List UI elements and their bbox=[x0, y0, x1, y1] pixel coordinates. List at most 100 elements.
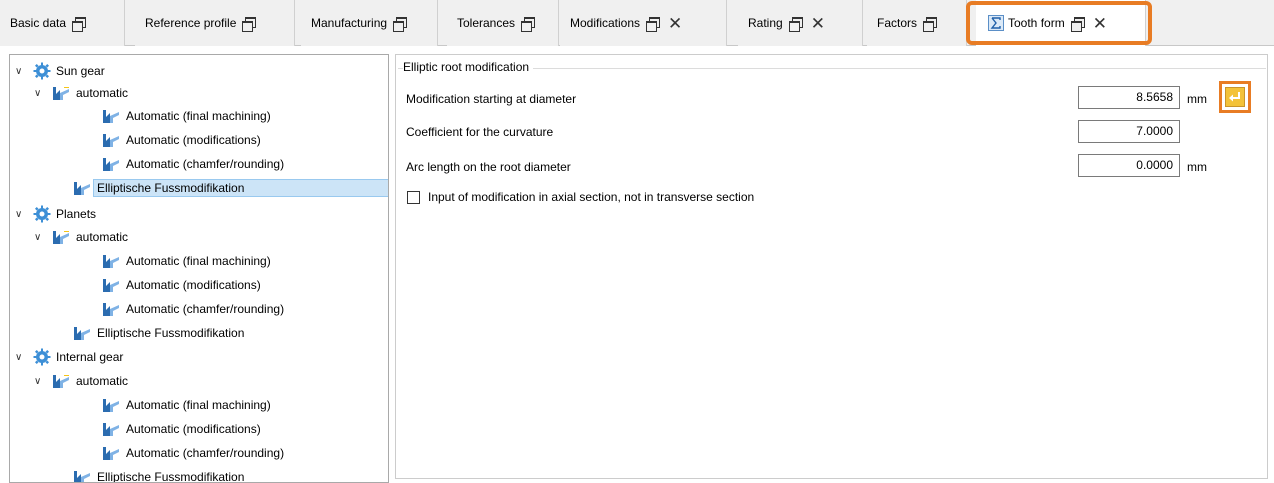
tree-leaf[interactable]: Automatic (final machining) bbox=[102, 250, 271, 272]
tree-node-label: Automatic (chamfer/rounding) bbox=[126, 446, 285, 460]
float-window-icon[interactable] bbox=[393, 16, 408, 32]
tab-label: Tolerances bbox=[457, 16, 516, 30]
tab-factors[interactable]: Factors bbox=[867, 0, 967, 46]
tree-node-label: automatic bbox=[76, 86, 129, 100]
modification-icon bbox=[103, 399, 119, 412]
modification-icon bbox=[74, 327, 90, 340]
tab-highlight-frame bbox=[966, 1, 1152, 45]
chevron-down-icon[interactable]: ∨ bbox=[15, 209, 27, 220]
arc-length-input[interactable]: 0.0000 bbox=[1078, 154, 1180, 177]
tree-leaf[interactable]: Automatic (final machining) bbox=[102, 394, 271, 416]
group-title: Elliptic root modification bbox=[403, 60, 534, 74]
tree-node-automatic[interactable]: ∨ automatic bbox=[34, 370, 128, 392]
tab-label: Reference profile bbox=[145, 16, 237, 30]
modification-icon bbox=[103, 423, 119, 436]
field-label-arc-length: Arc length on the root diameter bbox=[406, 160, 571, 174]
gear-icon bbox=[33, 348, 51, 366]
tree-leaf[interactable]: Automatic (chamfer/rounding) bbox=[102, 298, 284, 320]
tree-leaf[interactable]: Automatic (modifications) bbox=[102, 274, 261, 296]
tree-leaf[interactable]: Automatic (modifications) bbox=[102, 418, 261, 440]
tab-reference-profile[interactable]: Reference profile bbox=[135, 0, 295, 46]
tree-node-automatic[interactable]: ∨ automatic bbox=[34, 82, 128, 104]
chevron-down-icon[interactable]: ∨ bbox=[15, 352, 27, 363]
tree-node-label: Automatic (final machining) bbox=[126, 398, 271, 412]
close-icon[interactable]: ✕ bbox=[811, 15, 825, 32]
field-label-curvature: Coefficient for the curvature bbox=[406, 125, 554, 139]
modification-icon bbox=[103, 158, 119, 171]
close-icon[interactable]: ✕ bbox=[668, 15, 682, 32]
chevron-down-icon[interactable]: ∨ bbox=[34, 88, 46, 99]
tree-node-label: automatic bbox=[76, 374, 129, 388]
gear-icon bbox=[33, 62, 51, 80]
tree-node-internal-gear[interactable]: ∨ Internal gear bbox=[15, 346, 123, 368]
modification-icon bbox=[74, 182, 90, 195]
float-window-icon[interactable] bbox=[72, 16, 87, 32]
tab-label: Manufacturing bbox=[311, 16, 388, 30]
tab-basic-data[interactable]: Basic data bbox=[0, 0, 125, 46]
tree-node-label: Automatic (modifications) bbox=[126, 133, 261, 147]
tab-modifications[interactable]: Modifications ✕ bbox=[560, 0, 727, 46]
float-window-icon[interactable] bbox=[788, 16, 803, 32]
tree-node-label: Planets bbox=[56, 207, 97, 221]
start-diameter-input[interactable]: 8.5658 bbox=[1078, 86, 1180, 109]
curvature-coefficient-input[interactable]: 7.0000 bbox=[1078, 120, 1180, 143]
tab-label: Rating bbox=[748, 16, 783, 30]
tab-label: Factors bbox=[877, 16, 918, 30]
tree-node-label: Elliptische Fussmodifikation bbox=[97, 470, 245, 483]
tree-node-label: Automatic (modifications) bbox=[126, 422, 261, 436]
enter-arrow-icon bbox=[1229, 92, 1240, 102]
float-window-icon[interactable] bbox=[521, 16, 536, 32]
tab-manufacturing[interactable]: Manufacturing bbox=[301, 0, 438, 46]
float-window-icon[interactable] bbox=[923, 16, 938, 32]
chevron-down-icon[interactable]: ∨ bbox=[34, 232, 46, 243]
modification-icon bbox=[103, 110, 119, 123]
tab-label: Modifications bbox=[570, 16, 641, 30]
unit-label: mm bbox=[1187, 160, 1207, 174]
tree-leaf[interactable]: Automatic (final machining) bbox=[102, 105, 271, 127]
tree-node-label: Automatic (modifications) bbox=[126, 278, 261, 292]
tree-node-elliptic[interactable]: Elliptische Fussmodifikation bbox=[73, 466, 245, 483]
modification-icon bbox=[53, 375, 69, 388]
modification-icon bbox=[103, 279, 119, 292]
tree-node-label: Automatic (chamfer/rounding) bbox=[126, 302, 285, 316]
tree-node-planets[interactable]: ∨ Planets bbox=[15, 203, 96, 225]
gear-icon bbox=[33, 205, 51, 223]
tree-node-label: Elliptische Fussmodifikation bbox=[97, 326, 245, 340]
tab-label: Basic data bbox=[10, 16, 67, 30]
float-window-icon[interactable] bbox=[242, 16, 257, 32]
apply-button[interactable] bbox=[1225, 87, 1245, 107]
chevron-down-icon[interactable]: ∨ bbox=[34, 376, 46, 387]
modification-icon bbox=[103, 134, 119, 147]
float-window-icon[interactable] bbox=[646, 16, 661, 32]
checkbox-label: Input of modification in axial section, … bbox=[428, 190, 755, 204]
modification-icon bbox=[103, 255, 119, 268]
chevron-down-icon[interactable]: ∨ bbox=[15, 66, 27, 77]
field-label-start-diameter: Modification starting at diameter bbox=[406, 92, 577, 106]
tree-node-elliptic-selected[interactable]: Elliptische Fussmodifikation bbox=[73, 177, 388, 199]
tree-node-label: Automatic (chamfer/rounding) bbox=[126, 157, 285, 171]
properties-panel bbox=[395, 54, 1268, 479]
modification-icon bbox=[53, 231, 69, 244]
modification-icon bbox=[74, 471, 90, 482]
tree-node-sun-gear[interactable]: ∨ Sun gear bbox=[15, 60, 105, 82]
tree-leaf[interactable]: Automatic (modifications) bbox=[102, 129, 261, 151]
unit-label: mm bbox=[1187, 92, 1207, 106]
tree-node-label: Internal gear bbox=[56, 350, 124, 364]
apply-button-highlight bbox=[1219, 81, 1251, 113]
axial-section-checkbox[interactable] bbox=[407, 191, 420, 204]
tree-panel: ∨ Sun gear ∨ automatic Automatic (final … bbox=[9, 54, 389, 483]
tree-leaf[interactable]: Automatic (chamfer/rounding) bbox=[102, 442, 284, 464]
tree-node-label: Automatic (final machining) bbox=[126, 254, 271, 268]
tree-leaf[interactable]: Automatic (chamfer/rounding) bbox=[102, 153, 284, 175]
tab-tolerances[interactable]: Tolerances bbox=[447, 0, 559, 46]
tree-node-label: Automatic (final machining) bbox=[126, 109, 271, 123]
tree-node-elliptic[interactable]: Elliptische Fussmodifikation bbox=[73, 322, 244, 344]
modification-icon bbox=[103, 303, 119, 316]
modification-icon bbox=[103, 447, 119, 460]
tree-node-label: automatic bbox=[76, 230, 129, 244]
modification-icon bbox=[53, 87, 69, 100]
tab-rating[interactable]: Rating ✕ bbox=[738, 0, 863, 46]
tree-node-label: Sun gear bbox=[56, 64, 105, 78]
tree-node-automatic[interactable]: ∨ automatic bbox=[34, 226, 128, 248]
tree-node-label: Elliptische Fussmodifikation bbox=[93, 179, 388, 197]
